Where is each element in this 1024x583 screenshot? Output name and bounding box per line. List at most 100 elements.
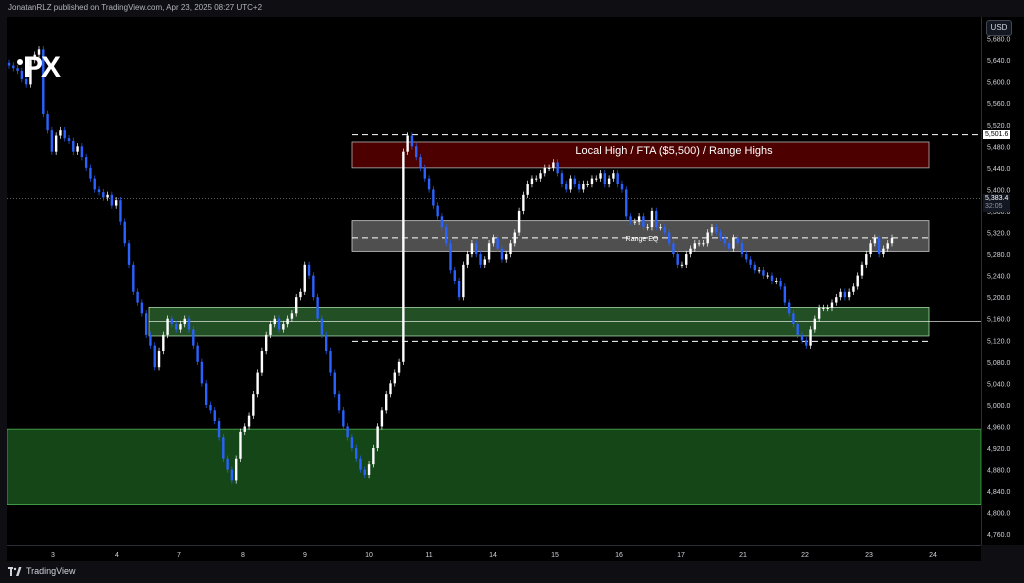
candle-body bbox=[380, 410, 384, 427]
candle-body bbox=[119, 200, 122, 222]
candle-body bbox=[136, 291, 139, 303]
candle-body bbox=[16, 68, 19, 71]
px-logo: PX bbox=[17, 53, 61, 83]
candle-body bbox=[526, 184, 529, 195]
candle-body bbox=[252, 394, 255, 416]
candles bbox=[7, 46, 894, 484]
candle-body bbox=[796, 324, 799, 335]
tradingview-brand[interactable]: TradingView bbox=[8, 566, 76, 576]
candle-body bbox=[659, 227, 662, 229]
candle-body bbox=[359, 458, 362, 470]
candle-body bbox=[187, 318, 191, 330]
candle-body bbox=[513, 232, 516, 244]
y-tick-label: 4,960.0 bbox=[987, 424, 1010, 431]
candle-body bbox=[817, 307, 821, 319]
candle-body bbox=[324, 334, 328, 352]
candle-body bbox=[436, 205, 439, 217]
candle-body bbox=[715, 227, 718, 233]
range-eq-label: Range EQ bbox=[626, 236, 659, 243]
candle-body bbox=[847, 291, 851, 298]
candle-body bbox=[457, 281, 461, 298]
candle-body bbox=[719, 232, 722, 238]
candle-body bbox=[466, 254, 469, 265]
y-tick-label: 5,160.0 bbox=[987, 317, 1010, 324]
candle-body bbox=[496, 237, 499, 249]
last-price-value: 5,383.4 bbox=[985, 195, 1009, 203]
lower-demand-zone bbox=[7, 428, 981, 505]
candle-body bbox=[97, 189, 101, 193]
y-tick-label: 5,400.0 bbox=[987, 187, 1010, 194]
candle-body bbox=[637, 216, 641, 222]
candle-body bbox=[697, 243, 701, 245]
candle-body bbox=[230, 469, 234, 481]
candle-body bbox=[727, 243, 731, 249]
candle-body bbox=[590, 178, 594, 185]
x-tick-label: 4 bbox=[115, 552, 119, 559]
candle-body bbox=[72, 140, 75, 152]
candle-body bbox=[264, 334, 268, 352]
candle-body bbox=[372, 448, 375, 465]
candle-body bbox=[475, 243, 478, 255]
tradingview-label: TradingView bbox=[26, 566, 76, 576]
y-tick-label: 5,480.0 bbox=[987, 144, 1010, 151]
countdown-value: 32:05 bbox=[985, 203, 1003, 211]
candle-body bbox=[543, 167, 547, 174]
candle-body bbox=[800, 334, 804, 341]
candle-body bbox=[556, 162, 559, 174]
candle-body bbox=[620, 184, 624, 190]
candle-body bbox=[779, 281, 782, 287]
candle-body bbox=[672, 243, 675, 255]
candle-body bbox=[792, 313, 795, 325]
candle-body bbox=[453, 270, 456, 281]
candle-body bbox=[209, 404, 212, 411]
candle-body bbox=[303, 264, 306, 292]
candle-body bbox=[93, 178, 96, 190]
candle-body bbox=[835, 297, 838, 303]
candle-body bbox=[84, 157, 88, 168]
candle-body bbox=[132, 264, 135, 292]
x-tick-label: 9 bbox=[303, 552, 307, 559]
candle-body bbox=[89, 167, 92, 179]
y-tick-label: 4,920.0 bbox=[987, 446, 1010, 453]
candle-body bbox=[680, 264, 684, 266]
candle-body bbox=[552, 162, 555, 168]
candle-body bbox=[775, 281, 778, 282]
candle-body bbox=[393, 372, 396, 384]
y-tick-label: 4,840.0 bbox=[987, 489, 1010, 496]
candle-body bbox=[423, 167, 426, 179]
candle-body bbox=[770, 275, 774, 281]
candle-body bbox=[273, 318, 276, 325]
candle-body bbox=[479, 254, 482, 265]
candle-body bbox=[149, 334, 152, 346]
currency-button[interactable]: USD bbox=[986, 20, 1012, 36]
candle-body bbox=[539, 173, 542, 179]
candle-body bbox=[766, 275, 769, 277]
price-axis[interactable]: 5,680.0 5,640.0 5,600.0 5,560.0 5,520.0 5,480… bbox=[981, 17, 1024, 545]
candle-body bbox=[286, 318, 289, 325]
y-tick-label: 4,760.0 bbox=[987, 532, 1010, 539]
candle-body bbox=[462, 264, 465, 298]
y-tick-label: 5,440.0 bbox=[987, 166, 1010, 173]
candle-body bbox=[685, 254, 688, 265]
candle-body bbox=[595, 178, 598, 180]
candle-body bbox=[312, 275, 315, 298]
candle-body bbox=[667, 232, 671, 244]
candle-body bbox=[877, 237, 881, 255]
y-tick-label: 4,880.0 bbox=[987, 468, 1010, 475]
y-tick-label: 5,600.0 bbox=[987, 80, 1010, 87]
candle-body bbox=[629, 216, 632, 222]
candle-body bbox=[282, 324, 285, 330]
candle-body bbox=[693, 243, 697, 249]
candle-body bbox=[603, 173, 607, 185]
candle-body bbox=[505, 254, 508, 260]
candle-body bbox=[745, 254, 748, 260]
candle-body bbox=[239, 431, 242, 459]
candle-body bbox=[397, 361, 401, 373]
candle-body bbox=[762, 270, 765, 276]
time-axis[interactable]: 3 4 7 8 9 10 11 14 15 16 17 21 22 23 24 bbox=[7, 545, 981, 562]
candle-body bbox=[153, 345, 156, 368]
candle-body bbox=[783, 286, 787, 303]
chart-plot-area[interactable]: Local High / FTA ($5,500) / Range Highs … bbox=[7, 17, 981, 545]
price-chart[interactable]: Local High / FTA ($5,500) / Range Highs … bbox=[7, 17, 981, 545]
range-top-price-tag: 5,501.6 bbox=[983, 129, 1011, 139]
